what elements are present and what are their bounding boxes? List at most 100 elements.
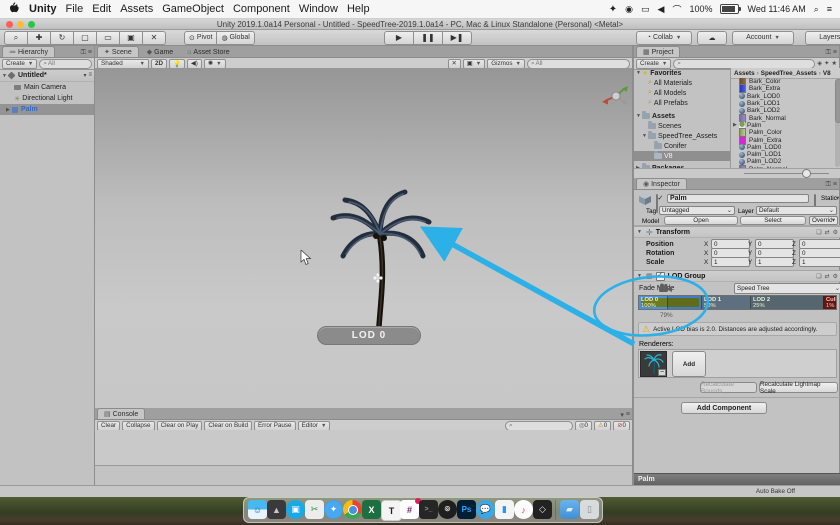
hand-tool-button[interactable]: ⌕ [4,31,28,45]
lock-icon[interactable]: ⚿ [826,49,831,57]
dock-icon-finder[interactable]: ☺ [248,500,267,519]
tree-v8[interactable]: V8 [634,151,730,161]
dock-icon-unity[interactable]: ◇ [533,500,552,519]
menu-gameobject[interactable]: GameObject [162,3,224,15]
dock-icon-safari[interactable]: ✦ [324,500,343,519]
tree-speedtree-assets[interactable]: ▼ SpeedTree_Assets [634,131,730,141]
console-search-input[interactable]: ⌕ [505,421,573,431]
wifi-icon[interactable]: ⌒ [672,3,681,16]
lod1-segment[interactable]: LOD 1 50% [701,296,750,309]
panel-menu-icon[interactable]: ≡ [626,411,630,419]
step-button[interactable]: ▶❚ [443,31,472,45]
global-toggle-button[interactable]: ◍ Global [217,31,254,45]
console-clear-on-play-button[interactable]: Clear on Play [157,421,203,431]
transform-title[interactable]: Transform [656,229,690,236]
tree-conifer[interactable]: Conifer [634,141,730,151]
dock-icon-launchpad[interactable]: ▲ [267,500,286,519]
menu-window[interactable]: Window [299,3,338,15]
scale-y-field[interactable]: 1 [755,257,794,267]
tree-all-materials[interactable]: ⌕ All Materials [634,78,730,88]
scene-viewport[interactable]: LOD 0 [95,68,632,408]
add-component-button[interactable]: Add Component [681,402,767,414]
console-log-list[interactable] [95,430,632,466]
lod-group-title[interactable]: LOD Group [668,273,706,280]
file-row[interactable]: Palm_LOD0 [731,144,834,151]
dock-icon-messages[interactable]: 💬 [476,500,495,519]
menu-assets[interactable]: Assets [120,3,153,15]
culled-segment[interactable]: Culled 1% [823,296,836,309]
tag-dropdown[interactable]: Untagged⌄ [659,206,735,215]
file-row[interactable]: Palm_LOD2 [731,158,834,165]
console-clear-button[interactable]: Clear [97,421,120,431]
dock-icon-terminal[interactable]: >_ [419,500,438,519]
lock-icon[interactable]: ⚿ [826,181,831,189]
lod-group-enabled-checkbox[interactable] [656,272,665,281]
file-row[interactable]: Palm_LOD1 [731,151,834,158]
volume-icon[interactable]: ◀ [658,4,665,15]
game-tab[interactable]: ◆Game [141,47,179,57]
file-row[interactable]: Bark_LOD2 [731,107,834,114]
dock-icon-screenshot[interactable]: ✂ [305,500,324,519]
menu-unity[interactable]: Unity [29,3,57,15]
menu-file[interactable]: File [66,3,84,15]
static-dropdown-icon[interactable]: ▾ [836,195,839,202]
recalculate-bounds-button[interactable]: Recalculate Bounds [700,382,757,393]
dock-icon-facetime[interactable]: ▣ [286,500,305,519]
menubar-clock[interactable]: Wed 11:46 AM [747,4,805,14]
preset-icon[interactable]: ⇄ [825,273,830,280]
dock-icon-chrome[interactable] [343,500,362,519]
model-open-button[interactable]: Open [664,216,738,225]
console-error-filter[interactable]: ⊘0 [613,421,630,431]
file-row[interactable]: Palm_Color [731,129,834,136]
project-scrollbar[interactable] [835,79,840,167]
menu-help[interactable]: Help [347,3,370,15]
console-editor-dropdown[interactable]: Editor▼ [298,421,331,431]
inspector-tab[interactable]: ◉Inspector [636,178,687,189]
dock-icon-text-editor[interactable]: T [381,500,402,521]
remove-renderer-button[interactable]: − [658,369,666,376]
rect-tool-button[interactable]: ▭ [97,31,120,45]
file-row[interactable]: Bark_Normal [731,114,834,121]
scale-x-field[interactable]: 1 [711,257,750,267]
gizmos-dropdown[interactable]: Gizmos▼ [487,59,525,69]
inspector-preview-footer[interactable]: Palm [634,473,840,485]
window-title-bar[interactable]: Unity 2019.1.0a14 Personal - Untitled - … [0,19,840,30]
lod-camera-icon[interactable] [658,283,674,294]
lod0-segment[interactable]: LOD 0 100% [639,296,701,309]
tree-scenes[interactable]: Scenes [634,121,730,131]
lod2-segment[interactable]: LOD 2 25% [750,296,823,309]
favorite-star-icon[interactable]: ★ [831,60,837,67]
control-center-icon[interactable]: ≡ [827,4,832,14]
tree-assets[interactable]: ▼ Assets [634,111,730,121]
dock-icon-slack[interactable]: # [400,500,419,519]
lod-bar[interactable]: LOD 0 100% LOD 1 50% LOD 2 25% Culled 1% [638,295,837,310]
menu-component[interactable]: Component [233,3,290,15]
menu-edit[interactable]: Edit [92,3,111,15]
foldout-icon[interactable]: ▼ [637,229,643,235]
console-collapse-button[interactable]: Collapse [122,421,155,431]
custom-tool-button[interactable]: ✕ [143,31,166,45]
panel-menu-icon[interactable]: ≡ [833,181,837,189]
scene-search-input[interactable]: ⌕ All [527,59,630,69]
layers-dropdown[interactable]: Layers▼ [805,31,840,45]
dock-icon-photoshop[interactable]: Ps [457,500,476,519]
lock-icon[interactable]: ⚿ [81,49,86,57]
project-create-button[interactable]: Create▼ [636,59,671,69]
model-select-button[interactable]: Select [740,216,806,225]
rotate-tool-button[interactable]: ↻ [51,31,74,45]
panel-menu-icon[interactable]: ≡ [833,49,837,57]
pause-button[interactable]: ❚❚ [414,31,443,45]
hierarchy-item-main-camera[interactable]: Main Camera [0,82,94,93]
file-row[interactable]: ▶Palm [731,122,834,129]
tree-favorites[interactable]: ▼★ Favorites [634,68,730,78]
scale-tool-button[interactable]: ▢ [74,31,97,45]
layer-dropdown[interactable]: Default⌄ [756,206,837,215]
dock-icon-excel[interactable]: X [362,500,381,519]
object-name-field[interactable]: Palm [667,194,809,203]
scene-menu-icon[interactable]: ≡ [88,72,92,79]
scale-z-field[interactable]: 1 [799,257,840,267]
scene-camera-dropdown[interactable]: ▣▼ [463,59,485,69]
hierarchy-search-input[interactable]: ⌕ All [39,59,92,69]
help-icon[interactable]: ❏ [816,273,821,280]
scene-fx-dropdown[interactable]: ✺▼ [204,59,226,69]
